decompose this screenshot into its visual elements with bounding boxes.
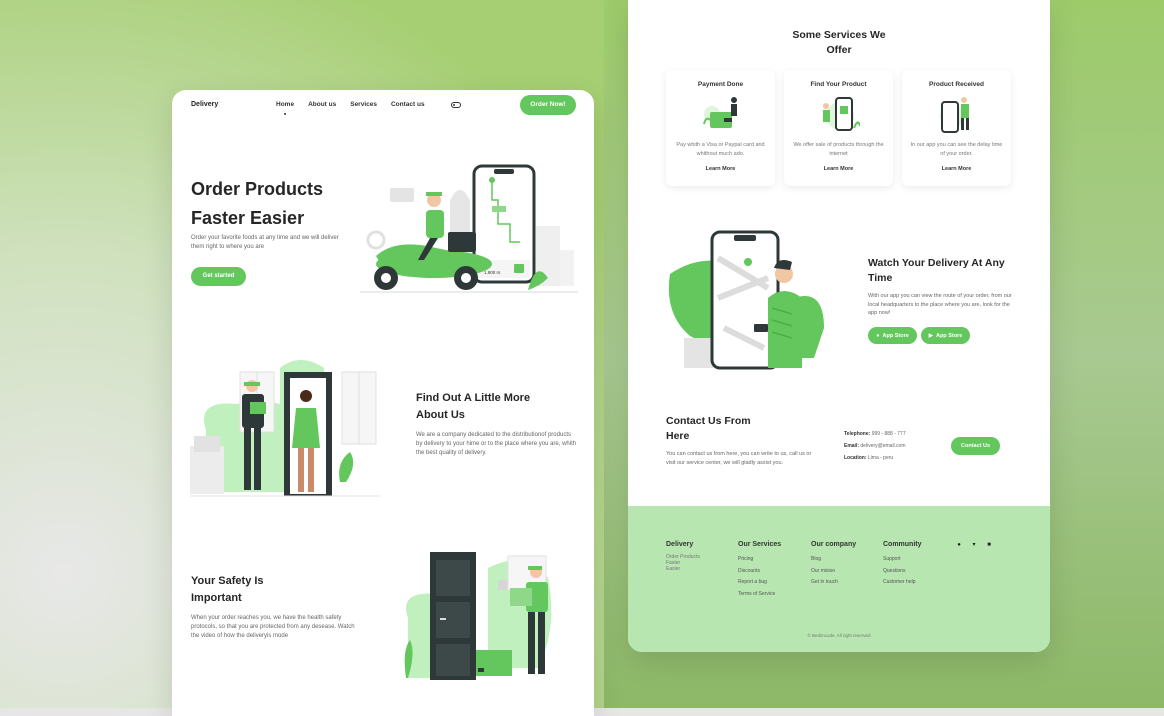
nav-link-services[interactable]: Services: [350, 101, 377, 108]
card-description: We offer sale of products through the in…: [793, 142, 884, 157]
nav-link-home[interactable]: Home: [276, 101, 294, 108]
landing-page-left: Delivery Home About us Services Contact …: [172, 90, 594, 716]
learn-more-link[interactable]: Learn More: [902, 166, 1011, 172]
nav-links: Home About us Services Contact us: [276, 101, 425, 108]
about-description: We are a company dedicated to the distri…: [416, 432, 577, 456]
card-description: Pay whith a Visa or Paypal card and whit…: [676, 142, 765, 157]
door-delivery-illustration: [190, 360, 380, 497]
service-card-find-product: Find Your Product We offer sale of produ…: [784, 70, 893, 186]
nav-link-contact[interactable]: Contact us: [391, 101, 425, 108]
nav-link-about[interactable]: About us: [308, 101, 336, 108]
service-card-payment: Payment Done Pay whith a Visa or Paypal …: [666, 70, 775, 186]
footer-link[interactable]: Report a bug: [738, 577, 781, 589]
contact-description: You can contact us from here, you can wr…: [666, 451, 812, 466]
footer-link[interactable]: Customer help: [883, 577, 922, 589]
tracking-map-illustration: [668, 230, 824, 370]
footer-col-services: Our Services Pricing Discounts Report a …: [738, 541, 781, 600]
get-started-button[interactable]: Get started: [191, 267, 246, 286]
phone-price-label: 1,900 rs: [484, 270, 501, 275]
watch-delivery-title: Watch Your Delivery At Any Time: [868, 257, 1005, 284]
footer-link[interactable]: Get in touch: [811, 577, 856, 589]
product-received-icon: [940, 97, 969, 133]
contact-email: Email: delivery@email.com: [844, 443, 906, 449]
contact-title: Contact Us From Here: [666, 415, 751, 442]
order-now-button[interactable]: Order Now!: [520, 95, 576, 115]
copyright: © Bedimcode. All right reserved: [807, 633, 871, 638]
about-title: Find Out A Little More About Us: [416, 392, 531, 421]
brand-logo[interactable]: Delivery: [191, 101, 218, 108]
hero-description: Order your favorite foods at any time an…: [191, 235, 339, 250]
footer-link[interactable]: Our mision: [811, 566, 856, 578]
theme-toggle-icon[interactable]: [451, 102, 461, 108]
card-title: Payment Done: [697, 81, 744, 88]
find-product-icon: [823, 97, 860, 131]
footer-brand-title[interactable]: Delivery: [666, 541, 712, 548]
play-icon: ▶: [928, 332, 933, 339]
learn-more-link[interactable]: Learn More: [666, 166, 775, 172]
payment-card-icon: [703, 97, 737, 128]
hero-title: Order Products Faster Easier: [191, 179, 324, 228]
footer-brand: Delivery Order Products Faster Easier: [666, 541, 712, 572]
card-title: Find Your Product: [810, 81, 867, 88]
contact-us-button[interactable]: Contact Us: [951, 437, 1000, 455]
footer-link[interactable]: Terms of Service: [738, 589, 781, 601]
scooter-delivery-illustration: 1,900 rs: [360, 164, 578, 293]
top-nav: Delivery Home About us Services Contact …: [172, 95, 594, 120]
watch-delivery-description: With our app you can view the route of y…: [868, 293, 1012, 316]
footer-col-company: Our company Blog Our mision Get in touch: [811, 541, 856, 589]
footer-link[interactable]: Questions: [883, 566, 922, 578]
footer-link[interactable]: Pricing: [738, 554, 781, 566]
social-links: ● ▾ ■: [956, 542, 992, 548]
learn-more-link[interactable]: Learn More: [784, 166, 893, 172]
card-title: Product Received: [929, 81, 984, 88]
footer: Delivery Order Products Faster Easier Ou…: [628, 506, 1050, 652]
service-card-product-received: Product Received In our app you can see …: [902, 70, 1011, 186]
footer-link[interactable]: Support: [883, 554, 922, 566]
services-title: Some Services We Offer: [792, 29, 886, 56]
play-store-button[interactable]: ▶ App Store: [921, 327, 970, 344]
facebook-icon[interactable]: ●: [956, 542, 962, 548]
twitter-icon[interactable]: ▾: [971, 542, 977, 548]
apple-icon: ●: [876, 332, 880, 339]
card-description: In our app you can see the delay time of…: [910, 142, 1003, 157]
app-store-button[interactable]: ● App Store: [868, 327, 917, 344]
instagram-icon[interactable]: ■: [986, 542, 992, 548]
contact-telephone: Telephone: 999 - 888 - 777: [844, 431, 906, 437]
landing-page-right: Some Services We Offer Payment Done Pay …: [628, 0, 1050, 652]
safety-description: When your order reaches you, we have the…: [191, 615, 355, 639]
footer-link[interactable]: Discounts: [738, 566, 781, 578]
contact-location: Location: Lima - peru: [844, 455, 894, 461]
footer-link[interactable]: Blog: [811, 554, 856, 566]
safety-title: Your Safety Is Important: [191, 575, 264, 604]
package-delivery-illustration: [404, 552, 552, 680]
footer-col-community: Community Support Questions Customer hel…: [883, 541, 922, 589]
